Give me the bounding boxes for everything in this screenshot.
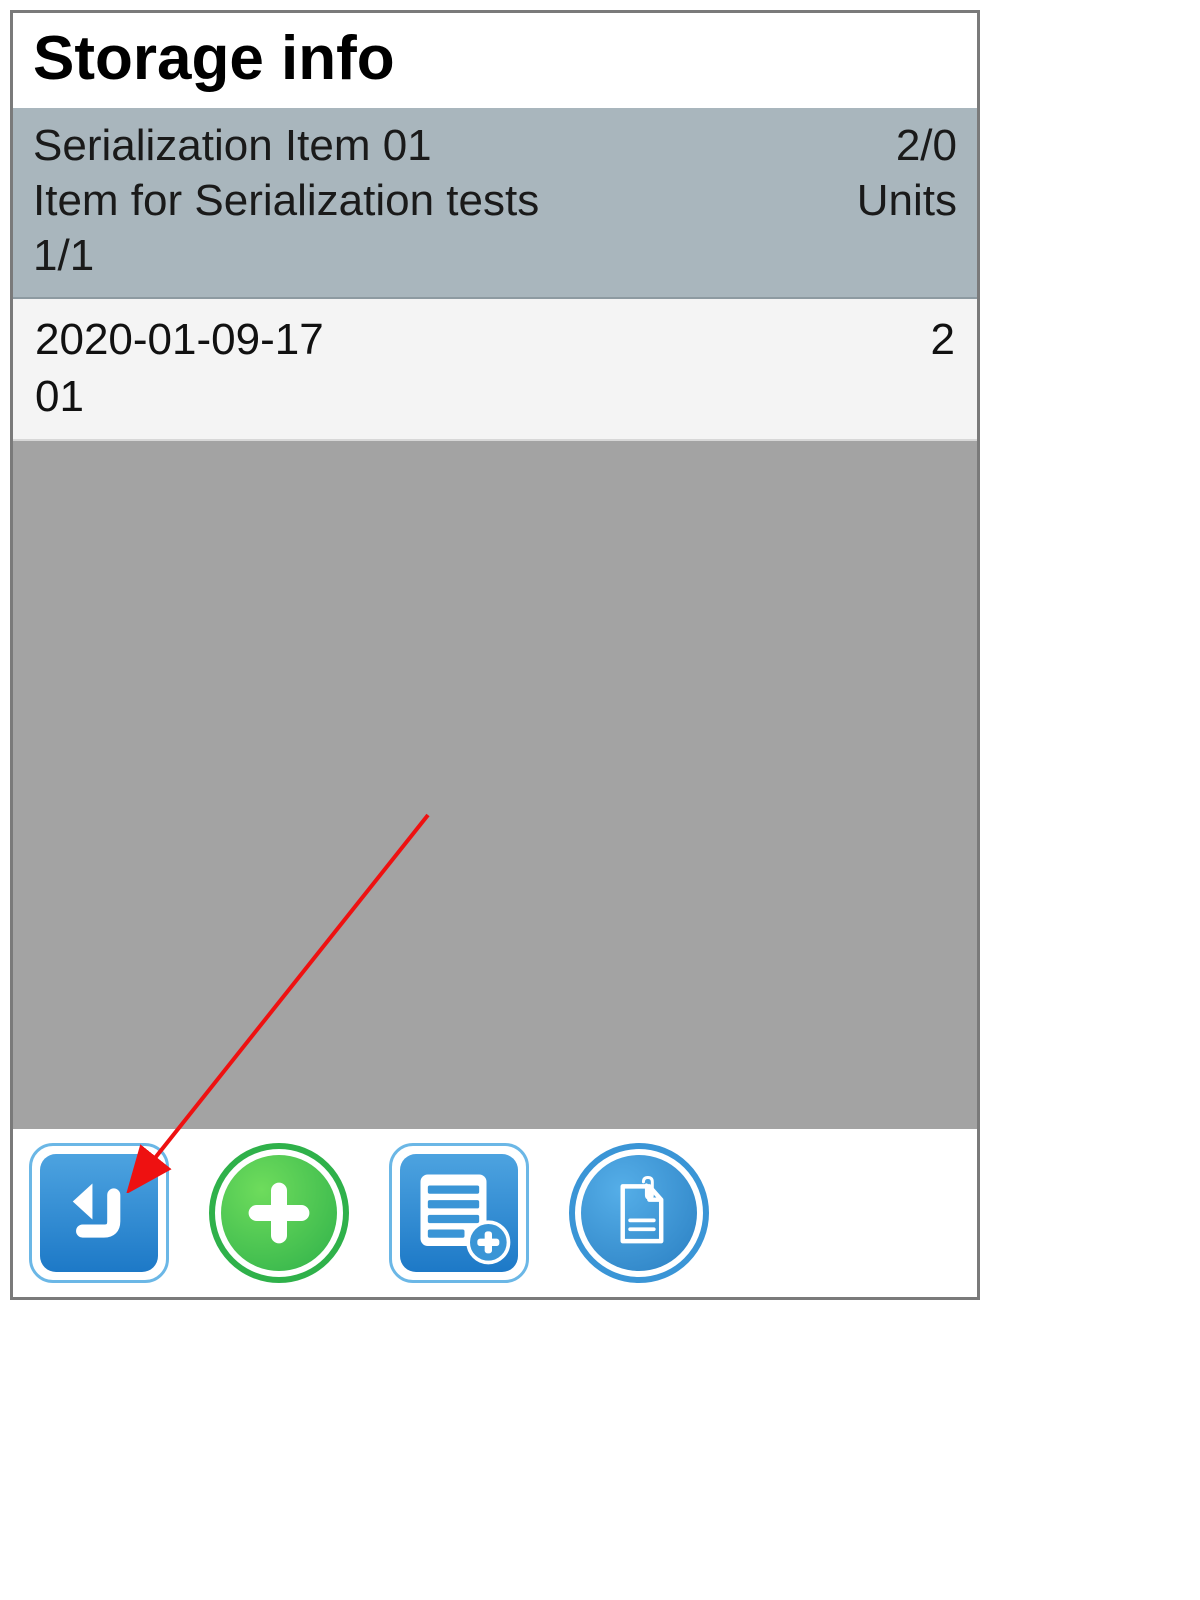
list-plus-icon <box>404 1158 514 1268</box>
serial-number: 2020-01-09-17 <box>35 311 324 368</box>
attachment-button[interactable] <box>569 1143 709 1283</box>
item-header-panel: Serialization Item 01 2/0 Item for Seria… <box>13 108 977 299</box>
list-item[interactable]: 2020-01-09-17 2 01 <box>13 299 977 441</box>
unit-label: Units <box>857 173 957 228</box>
quantity-value: 2 <box>931 311 955 368</box>
add-button[interactable] <box>209 1143 349 1283</box>
plus-icon <box>239 1173 319 1253</box>
position-indicator: 1/1 <box>33 228 94 283</box>
back-button[interactable] <box>29 1143 169 1283</box>
sub-value: 01 <box>35 368 84 425</box>
item-count: 2/0 <box>896 118 957 173</box>
storage-list[interactable]: 2020-01-09-17 2 01 <box>13 299 977 1129</box>
storage-info-screen: Storage info Serialization Item 01 2/0 I… <box>10 10 980 1300</box>
title-bar: Storage info <box>13 13 977 108</box>
page-title: Storage info <box>33 23 957 94</box>
bottom-toolbar <box>13 1129 977 1297</box>
add-list-button[interactable] <box>389 1143 529 1283</box>
item-description: Item for Serialization tests <box>33 173 539 228</box>
document-clip-icon <box>602 1176 676 1250</box>
item-code: Serialization Item 01 <box>33 118 432 173</box>
back-arrow-icon <box>58 1172 140 1254</box>
